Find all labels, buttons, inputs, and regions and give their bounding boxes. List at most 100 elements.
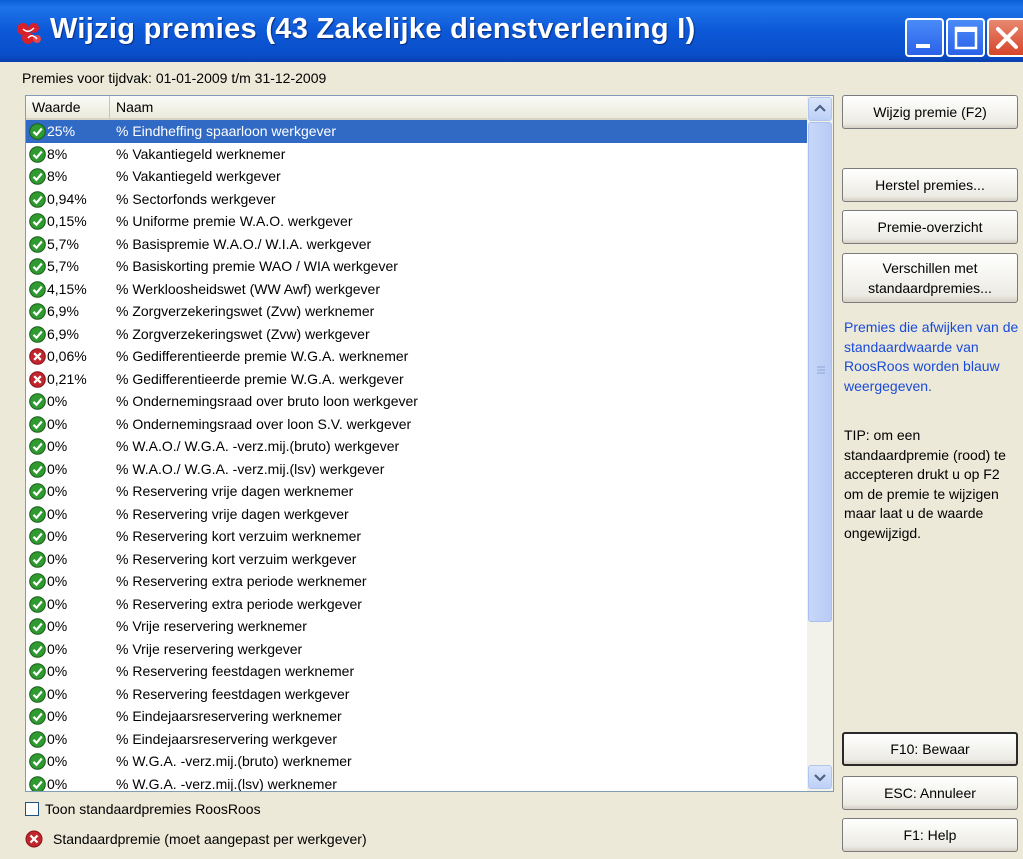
row-value: 0,15% — [47, 213, 87, 229]
table-row[interactable]: 0% % Ondernemingsraad over bruto loon wer… — [26, 390, 807, 413]
table-row[interactable]: 0% % W.A.O./ W.G.A. -verz.mij.(lsv) werkg… — [26, 458, 807, 481]
row-value: 0% — [47, 528, 68, 544]
row-name: % Eindejaarsreservering werknemer — [116, 708, 342, 724]
row-name: % Sectorfonds werkgever — [116, 190, 276, 207]
maximize-button[interactable] — [946, 18, 985, 57]
row-name: % W.G.A. -verz.mij.(lsv) werknemer — [116, 775, 337, 792]
table-row[interactable]: 0% % Ondernemingsraad over loon S.V. werk… — [26, 413, 807, 436]
ok-status-icon — [29, 640, 46, 658]
ok-status-icon — [29, 595, 46, 613]
table-row[interactable]: 0% % Vrije reservering werkgever — [26, 638, 807, 661]
ok-status-icon — [29, 280, 46, 298]
help-button[interactable]: F1: Help — [842, 818, 1018, 852]
table-row[interactable]: 4,15% % Werkloosheidswet (WW Awf) werkgev… — [26, 278, 807, 301]
show-standard-checkbox[interactable] — [25, 802, 39, 816]
close-icon — [996, 27, 1018, 49]
scroll-up-button[interactable] — [808, 97, 832, 121]
table-row[interactable]: 0,94% % Sectorfonds werkgever — [26, 188, 807, 211]
table-row[interactable]: 0% % Reservering extra periode werknemer — [26, 570, 807, 593]
list-rows: 25% % Eindheffing spaarloon werkgever 8% % … — [26, 120, 807, 792]
verschillen-button[interactable]: Verschillen met standaardpremies... — [842, 253, 1018, 303]
row-value: 8% — [47, 145, 68, 162]
error-status-icon — [25, 830, 43, 848]
table-row[interactable]: 5,7% % Basispremie W.A.O./ W.I.A. werkgev… — [26, 233, 807, 256]
ok-status-icon — [29, 258, 46, 275]
wijzig-premie-button[interactable]: Wijzig premie (F2) — [842, 95, 1018, 129]
table-row[interactable]: 0,21% % Gedifferentieerde premie W.G.A. w… — [26, 368, 807, 391]
scroll-down-button[interactable] — [808, 765, 832, 789]
premie-overzicht-button[interactable]: Premie-overzicht — [842, 210, 1018, 244]
row-name: % Vrije reservering werkgever — [116, 640, 303, 657]
ok-status-icon — [29, 685, 46, 703]
row-name: % Eindheffing spaarloon werkgever — [116, 123, 336, 139]
table-row[interactable]: 8% % Vakantiegeld werknemer — [26, 143, 807, 166]
ok-status-icon — [29, 505, 46, 523]
table-row[interactable]: 6,9% % Zorgverzekeringswet (Zvw) werkneme… — [26, 300, 807, 323]
show-standard-label[interactable]: Toon standaardpremies RoosRoos — [45, 801, 261, 817]
bewaar-button[interactable]: F10: Bewaar — [842, 732, 1018, 766]
table-row[interactable]: 0% % Reservering feestdagen werkgever — [26, 683, 807, 706]
table-row[interactable]: 0% % W.G.A. -verz.mij.(bruto) werknemer — [26, 750, 807, 773]
row-name: % W.G.A. -verz.mij.(bruto) werknemer — [116, 753, 352, 769]
herstel-premies-button[interactable]: Herstel premies... — [842, 168, 1018, 202]
scroll-thumb[interactable] — [808, 122, 832, 622]
table-row[interactable]: 0% % Reservering vrije dagen werknemer — [26, 480, 807, 503]
table-row[interactable]: 6,9% % Zorgverzekeringswet (Zvw) werkgeve… — [26, 323, 807, 346]
table-row[interactable]: 0% % W.A.O./ W.G.A. -verz.mij.(bruto) wer… — [26, 435, 807, 458]
row-value: 0% — [47, 415, 68, 432]
table-row[interactable]: 0% % Eindejaarsreservering werknemer — [26, 705, 807, 728]
table-row[interactable]: 25% % Eindheffing spaarloon werkgever — [26, 120, 807, 143]
row-name: % Zorgverzekeringswet (Zvw) werknemer — [116, 303, 375, 319]
table-row[interactable]: 0,15% % Uniforme premie W.A.O. werkgever — [26, 210, 807, 233]
table-row[interactable]: 0% % Reservering vrije dagen werkgever — [26, 503, 807, 526]
row-value: 0% — [47, 393, 68, 409]
ok-status-icon — [29, 168, 46, 185]
annuleer-button[interactable]: ESC: Annuleer — [842, 776, 1018, 810]
table-row[interactable]: 0% % Reservering feestdagen werknemer — [26, 660, 807, 683]
ok-status-icon — [29, 145, 46, 163]
table-row[interactable]: 0% % Reservering kort verzuim werknemer — [26, 525, 807, 548]
column-header-naam[interactable]: Naam — [110, 96, 807, 118]
premies-list[interactable]: Waarde Naam 25% % Eindheffing spaarloon w… — [25, 95, 834, 792]
row-value: 0% — [47, 618, 68, 634]
error-status-icon — [29, 348, 46, 365]
row-value: 0% — [47, 573, 68, 589]
ok-status-icon — [29, 708, 46, 725]
column-header-waarde[interactable]: Waarde — [26, 96, 110, 118]
table-row[interactable]: 0,06% % Gedifferentieerde premie W.G.A. w… — [26, 345, 807, 368]
row-name: % Basispremie W.A.O./ W.I.A. werkgever — [116, 235, 372, 252]
row-name: % Vakantiegeld werkgever — [116, 168, 281, 184]
row-value: 4,15% — [47, 280, 87, 297]
ok-status-icon — [29, 415, 46, 433]
row-name: % Basiskorting premie WAO / WIA werkgeve… — [116, 258, 398, 274]
row-value: 5,7% — [47, 235, 79, 252]
table-row[interactable]: 0% % Eindejaarsreservering werkgever — [26, 728, 807, 751]
tip-text: TIP: om een standaardpremie (rood) te ac… — [844, 427, 1006, 541]
vertical-scrollbar[interactable] — [807, 96, 833, 791]
close-button[interactable] — [987, 18, 1023, 57]
minimize-button[interactable] — [905, 18, 944, 57]
row-name: % Reservering feestdagen werknemer — [116, 663, 355, 679]
ok-status-icon — [29, 460, 46, 478]
title-bar[interactable]: Wijzig premies (43 Zakelijke dienstverle… — [0, 0, 1023, 62]
ok-status-icon — [29, 303, 46, 320]
table-row[interactable]: 0% % W.G.A. -verz.mij.(lsv) werknemer — [26, 773, 807, 792]
table-row[interactable]: 0% % Reservering kort verzuim werkgever — [26, 548, 807, 571]
table-row[interactable]: 0% % Vrije reservering werknemer — [26, 615, 807, 638]
row-name: % Reservering vrije dagen werknemer — [116, 483, 354, 499]
row-name: % Werkloosheidswet (WW Awf) werkgever — [116, 280, 380, 297]
blue-info-text: Premies die afwijken van de standaardwaa… — [844, 319, 1019, 394]
row-name: % Gedifferentieerde premie W.G.A. werkge… — [116, 370, 404, 387]
row-value: 0% — [47, 505, 68, 522]
ok-status-icon — [29, 393, 46, 410]
row-value: 5,7% — [47, 258, 79, 274]
table-row[interactable]: 8% % Vakantiegeld werkgever — [26, 165, 807, 188]
ok-status-icon — [29, 775, 46, 791]
period-label: Premies voor tijdvak: — [22, 70, 152, 86]
table-row[interactable]: 0% % Reservering extra periode werkgever — [26, 593, 807, 616]
premies-dialog: Wijzig premies (43 Zakelijke dienstverle… — [0, 0, 1023, 859]
table-row[interactable]: 5,7% % Basiskorting premie WAO / WIA werk… — [26, 255, 807, 278]
row-value: 0,21% — [47, 370, 87, 387]
chevron-down-icon — [814, 774, 826, 782]
legend-label: Standaardpremie (moet aangepast per werk… — [53, 831, 367, 847]
